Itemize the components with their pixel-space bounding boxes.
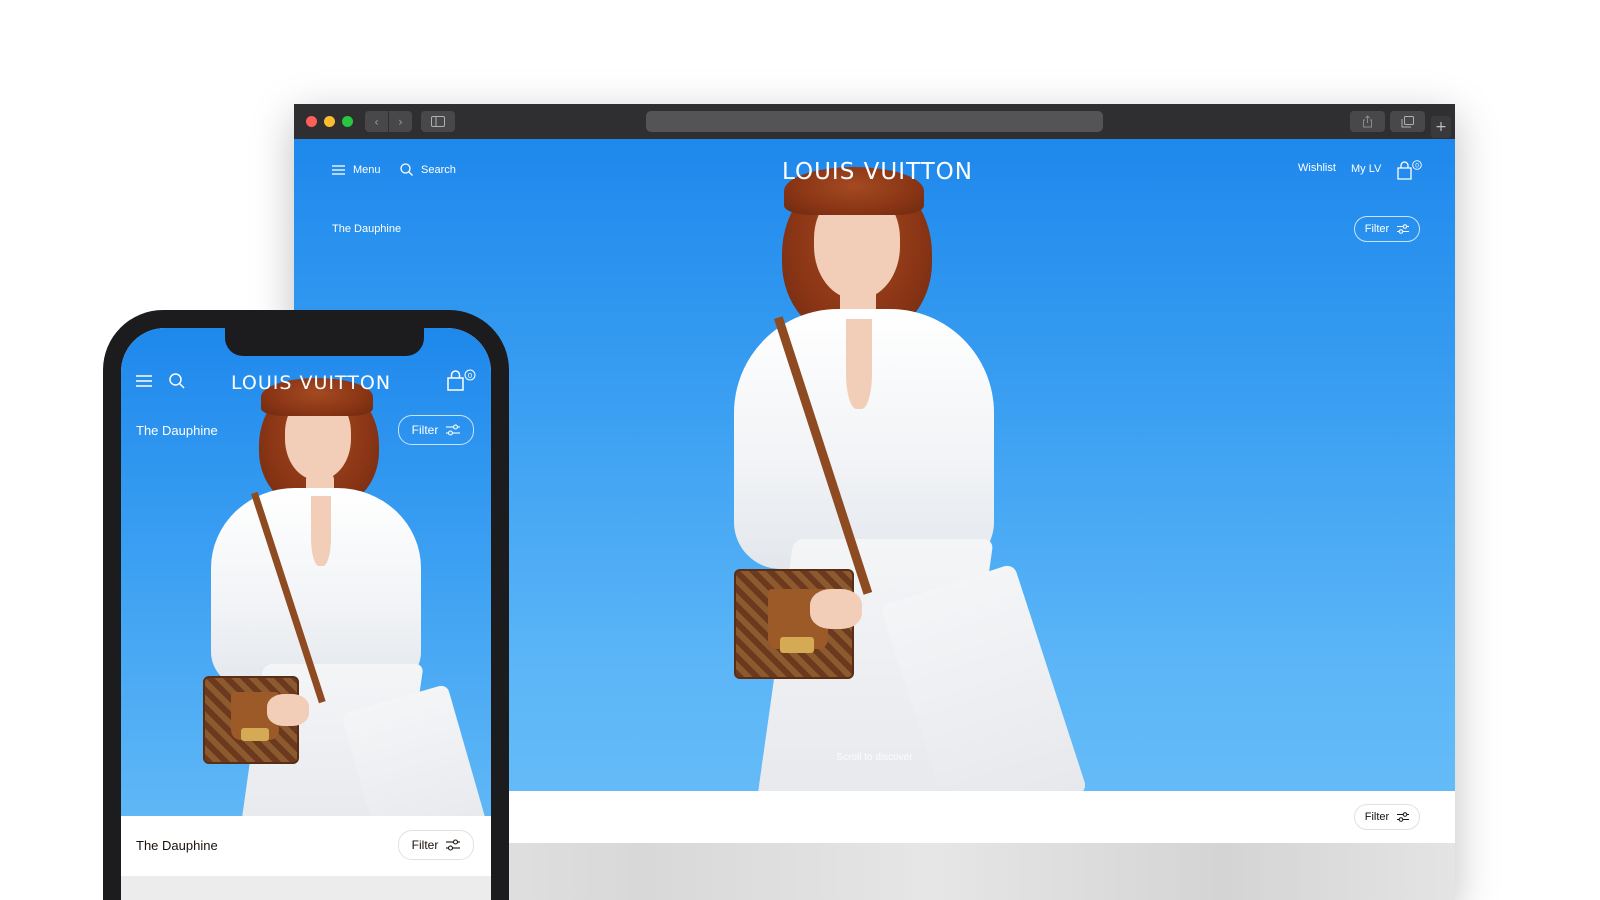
collection-title: The Dauphine: [332, 223, 402, 235]
mobile-cart-count: 0: [468, 371, 472, 380]
zoom-window-button[interactable]: [342, 116, 353, 127]
content-filter-button[interactable]: Filter: [1354, 804, 1420, 830]
address-bar[interactable]: [646, 111, 1103, 132]
chevron-right-icon: ›: [398, 114, 403, 129]
mobile-filter-button[interactable]: Filter: [398, 415, 474, 445]
search-label: Search: [421, 163, 456, 176]
wishlist-link[interactable]: Wishlist: [1298, 162, 1336, 174]
mobile-brand-logo[interactable]: LOUIS VUITTON: [231, 372, 391, 394]
hamburger-icon: [332, 165, 345, 175]
shopping-bag-icon: 0: [447, 369, 476, 391]
sidebar-toggle-button[interactable]: [421, 111, 455, 132]
mobile-menu-button[interactable]: [136, 375, 152, 387]
mobile-screen: LOUIS VUITTON 0 The Dauphine Filter The …: [121, 328, 491, 900]
sidebar-icon: [431, 116, 445, 127]
share-button[interactable]: [1350, 111, 1385, 132]
new-tab-button[interactable]: +: [1431, 116, 1451, 138]
browser-titlebar: ‹ › +: [294, 104, 1455, 139]
mobile-collection-title: The Dauphine: [136, 423, 218, 438]
search-icon: [400, 163, 413, 176]
filter-label: Filter: [1364, 811, 1390, 823]
search-icon: [169, 373, 185, 389]
mobile-bar-filter-button[interactable]: Filter: [398, 830, 474, 860]
hero-model-image: [714, 159, 1088, 791]
brand-logo[interactable]: LOUIS VUITTON: [782, 159, 973, 185]
mobile-sticky-filter-bar: The Dauphine Filter: [121, 816, 491, 876]
cart-button[interactable]: 0: [1397, 160, 1423, 180]
sliders-icon: [446, 839, 461, 851]
close-window-button[interactable]: [306, 116, 317, 127]
minimize-window-button[interactable]: [324, 116, 335, 127]
mobile-search-button[interactable]: [169, 373, 185, 389]
sliders-icon: [1397, 812, 1410, 822]
menu-label: Menu: [353, 164, 381, 176]
my-lv-link[interactable]: My LV: [1351, 163, 1381, 175]
sliders-icon: [446, 424, 461, 436]
forward-button[interactable]: ›: [389, 111, 412, 132]
back-button[interactable]: ‹: [365, 111, 388, 132]
filter-label: Filter: [1364, 223, 1390, 235]
search-button[interactable]: Search: [400, 163, 456, 176]
hamburger-icon: [136, 375, 152, 387]
mobile-product-grid-preview: [121, 876, 491, 900]
cart-count: 0: [1415, 163, 1419, 170]
mobile-hero: LOUIS VUITTON 0 The Dauphine Filter: [121, 328, 491, 816]
mobile-bar-title: The Dauphine: [136, 838, 218, 853]
wishlist-label: Wishlist: [1298, 162, 1336, 174]
mobile-cart-button[interactable]: 0: [447, 369, 477, 391]
menu-button[interactable]: Menu: [332, 164, 381, 176]
share-icon: [1363, 115, 1372, 128]
my-lv-label: My LV: [1351, 163, 1382, 175]
stage: ‹ › + Menu Search LOUIS VUITTON Wishlist…: [0, 0, 1600, 900]
filter-label: Filter: [411, 423, 439, 437]
chevron-left-icon: ‹: [374, 114, 379, 129]
filter-button[interactable]: Filter: [1354, 216, 1420, 242]
filter-label: Filter: [411, 838, 439, 852]
sliders-icon: [1397, 224, 1410, 234]
mobile-device: LOUIS VUITTON 0 The Dauphine Filter The …: [103, 310, 509, 900]
tabs-icon: [1401, 115, 1414, 127]
phone-notch: [225, 328, 424, 356]
shopping-bag-icon: 0: [1397, 160, 1422, 180]
tabs-overview-button[interactable]: [1390, 111, 1425, 132]
plus-icon: +: [1435, 119, 1447, 135]
